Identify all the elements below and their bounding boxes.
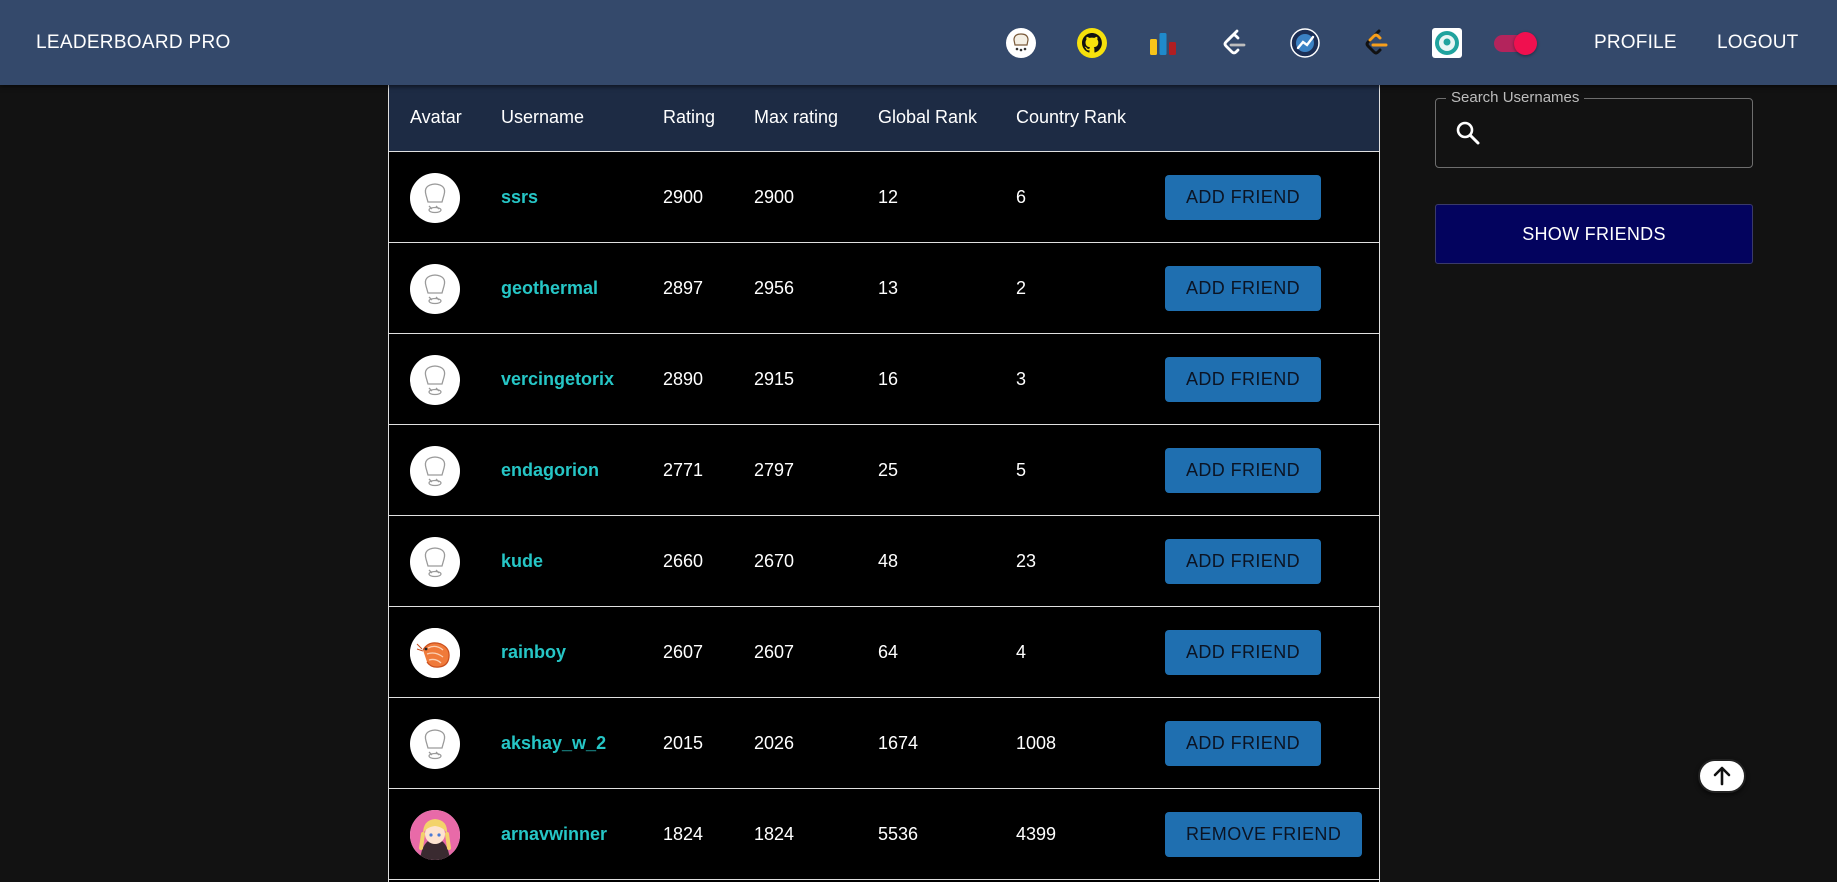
country-rank-cell: 4 xyxy=(1016,642,1027,662)
rating-cell: 2900 xyxy=(663,187,704,207)
max-rating-cell: 2900 xyxy=(754,187,795,207)
search-usernames-label: Search Usernames xyxy=(1446,89,1585,107)
max-rating-cell: 2607 xyxy=(754,642,795,662)
chef-hat-avatar xyxy=(410,446,460,496)
leaderboard-table: Avatar Username Rating Max rating Global… xyxy=(388,85,1380,882)
max-rating-cell: 2956 xyxy=(754,278,795,298)
country-rank-cell: 5 xyxy=(1016,460,1027,480)
country-rank-cell: 1008 xyxy=(1016,733,1057,753)
atcoder-icon[interactable] xyxy=(1289,27,1321,59)
table-row: kude 2660 2670 48 23 ADD FRIEND xyxy=(389,516,1379,607)
app-bar: LEADERBOARD PRO PROFILE LOGOUT xyxy=(0,0,1837,85)
global-rank-cell: 48 xyxy=(878,551,899,571)
rating-cell: 2897 xyxy=(663,278,704,298)
github-icon[interactable] xyxy=(1076,27,1108,59)
global-rank-cell: 1674 xyxy=(878,733,919,753)
username-link[interactable]: vercingetorix xyxy=(501,334,614,425)
max-rating-cell: 1824 xyxy=(754,824,795,844)
username-link[interactable]: endagorion xyxy=(501,425,599,516)
username-link[interactable]: arnavwinner xyxy=(501,789,607,880)
chef-hat-avatar xyxy=(410,719,460,769)
global-rank-cell: 13 xyxy=(878,278,899,298)
remove-friend-button[interactable]: REMOVE FRIEND xyxy=(1165,812,1363,857)
max-rating-cell: 2797 xyxy=(754,460,795,480)
rating-cell: 2890 xyxy=(663,369,704,389)
username-link[interactable]: ssrs xyxy=(501,152,538,243)
table-row: endagorion 2771 2797 25 5 ADD FRIEND xyxy=(389,425,1379,516)
shrimp-avatar xyxy=(410,628,460,678)
username-link[interactable]: akshay_w_2 xyxy=(501,698,606,789)
username-link[interactable]: rainboy xyxy=(501,607,566,698)
add-friend-button[interactable]: ADD FRIEND xyxy=(1165,175,1322,220)
rating-cell: 2015 xyxy=(663,733,704,753)
rating-cell: 1824 xyxy=(663,824,704,844)
max-rating-cell: 2670 xyxy=(754,551,795,571)
global-rank-cell: 64 xyxy=(878,642,899,662)
codechef-icon[interactable] xyxy=(1005,27,1037,59)
global-rank-cell: 16 xyxy=(878,369,899,389)
max-rating-cell: 2026 xyxy=(754,733,795,753)
add-friend-button[interactable]: ADD FRIEND xyxy=(1165,448,1322,493)
global-rank-cell: 25 xyxy=(878,460,899,480)
chef-hat-avatar xyxy=(410,537,460,587)
column-header-global-rank: Global Rank xyxy=(878,107,978,127)
max-rating-cell: 2915 xyxy=(754,369,795,389)
column-header-country-rank: Country Rank xyxy=(1016,107,1127,127)
username-link[interactable]: kude xyxy=(501,516,543,607)
add-friend-button[interactable]: ADD FRIEND xyxy=(1165,721,1322,766)
column-header-rating: Rating xyxy=(663,107,716,127)
add-friend-button[interactable]: ADD FRIEND xyxy=(1165,266,1322,311)
profile-button[interactable]: PROFILE xyxy=(1594,0,1677,85)
table-row: vercingetorix 2890 2915 16 3 ADD FRIEND xyxy=(389,334,1379,425)
leetcode-icon[interactable] xyxy=(1218,27,1250,59)
column-header-avatar: Avatar xyxy=(410,107,462,127)
lightoj-icon[interactable] xyxy=(1431,27,1463,59)
arrow-up-icon xyxy=(1713,766,1731,786)
username-link[interactable]: geothermal xyxy=(501,243,598,334)
global-rank-cell: 12 xyxy=(878,187,899,207)
add-friend-button[interactable]: ADD FRIEND xyxy=(1165,539,1322,584)
search-icon xyxy=(1455,120,1481,146)
country-rank-cell: 4399 xyxy=(1016,824,1057,844)
add-friend-button[interactable]: ADD FRIEND xyxy=(1165,630,1322,675)
country-rank-cell: 2 xyxy=(1016,278,1027,298)
table-row: arnavwinner 1824 1824 5536 4399 REMOVE F… xyxy=(389,789,1379,880)
chef-hat-avatar xyxy=(410,173,460,223)
country-rank-cell: 3 xyxy=(1016,369,1027,389)
toggle-thumb[interactable] xyxy=(1514,32,1537,55)
search-input[interactable] xyxy=(1492,112,1737,154)
chef-hat-avatar xyxy=(410,264,460,314)
theme-toggle[interactable] xyxy=(1494,32,1538,55)
logout-button[interactable]: LOGOUT xyxy=(1717,0,1798,85)
table-header: Avatar Username Rating Max rating Global… xyxy=(389,85,1379,152)
codeforces-icon[interactable] xyxy=(1147,27,1179,59)
rating-cell: 2607 xyxy=(663,642,704,662)
column-header-max-rating: Max rating xyxy=(754,107,839,127)
table-row: geothermal 2897 2956 13 2 ADD FRIEND xyxy=(389,243,1379,334)
rating-cell: 2771 xyxy=(663,460,704,480)
chef-hat-avatar xyxy=(410,355,460,405)
country-rank-cell: 6 xyxy=(1016,187,1027,207)
scroll-to-top-button[interactable] xyxy=(1698,759,1746,793)
table-row: rainboy 2607 2607 64 4 ADD FRIEND xyxy=(389,607,1379,698)
add-friend-button[interactable]: ADD FRIEND xyxy=(1165,357,1322,402)
platform-icons xyxy=(1005,27,1463,59)
rating-cell: 2660 xyxy=(663,551,704,571)
country-rank-cell: 23 xyxy=(1016,551,1037,571)
table-row: ssrs 2900 2900 12 6 ADD FRIEND xyxy=(389,152,1379,243)
app-title[interactable]: LEADERBOARD PRO xyxy=(36,0,231,85)
global-rank-cell: 5536 xyxy=(878,824,919,844)
table-row: akshay_w_2 2015 2026 1674 1008 ADD FRIEN… xyxy=(389,698,1379,789)
anime-girl-avatar xyxy=(410,810,460,860)
leetcode-alt-icon[interactable] xyxy=(1360,27,1392,59)
column-header-username: Username xyxy=(501,107,585,127)
show-friends-button[interactable]: SHOW FRIENDS xyxy=(1435,204,1753,264)
